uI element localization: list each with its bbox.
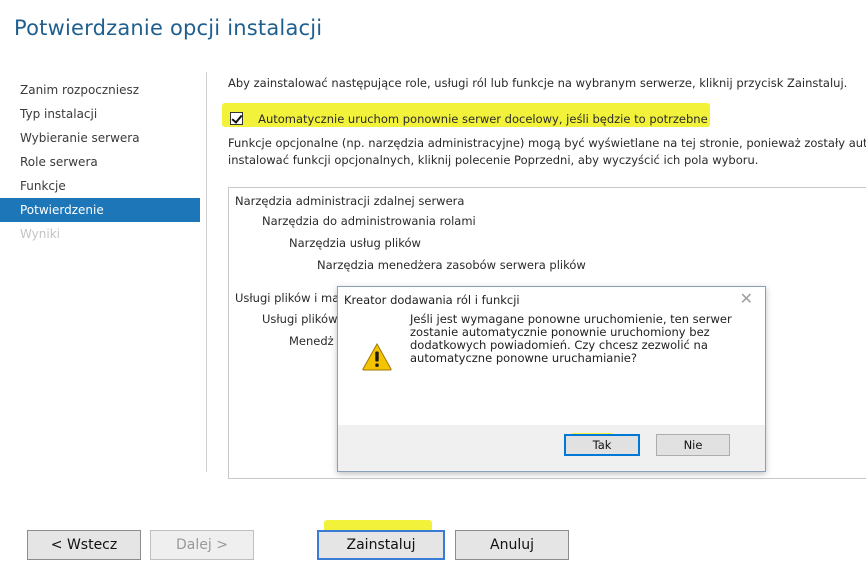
dialog-message: Jeśli jest wymagane ponowne uruchomienie… bbox=[410, 312, 732, 365]
restart-checkbox[interactable] bbox=[230, 112, 243, 125]
back-button[interactable]: < Wstecz bbox=[27, 530, 141, 560]
page-title: Potwierdzanie opcji instalacji bbox=[14, 16, 323, 40]
yes-button[interactable]: Tak bbox=[564, 434, 640, 456]
next-button: Dalej > bbox=[150, 530, 254, 560]
optional-features-note-line1: Funkcje opcjonalne (np. narzędzia admini… bbox=[228, 136, 866, 150]
restart-checkbox-label[interactable]: Automatycznie uruchom ponownie serwer do… bbox=[258, 112, 708, 126]
warning-icon bbox=[362, 342, 392, 375]
nav-item-installation-type[interactable]: Typ instalacji bbox=[0, 102, 200, 126]
close-icon[interactable]: ✕ bbox=[740, 289, 753, 308]
footer-separator bbox=[0, 480, 866, 492]
install-button[interactable]: Zainstaluj bbox=[317, 530, 445, 560]
list-item: Narzędzia usług plików bbox=[289, 236, 421, 250]
restart-confirmation-dialog: Kreator dodawania ról i funkcji ✕ Jeśli … bbox=[337, 286, 766, 472]
restart-option[interactable]: Automatycznie uruchom ponownie serwer do… bbox=[230, 108, 708, 127]
no-button[interactable]: Nie bbox=[656, 434, 730, 456]
nav-item-confirmation[interactable]: Potwierdzenie bbox=[0, 198, 200, 222]
nav-item-server-roles[interactable]: Role serwera bbox=[0, 150, 200, 174]
optional-features-note-line2: instalować funkcji opcjonalnych, kliknij… bbox=[228, 153, 759, 167]
dialog-title: Kreator dodawania ról i funkcji bbox=[344, 293, 520, 307]
nav-divider bbox=[206, 72, 207, 472]
list-item: Usługi plików bbox=[262, 312, 338, 326]
list-item: Narzędzia menedżera zasobów serwera plik… bbox=[317, 258, 586, 272]
nav-item-before-you-begin[interactable]: Zanim rozpoczniesz bbox=[0, 78, 200, 102]
nav-item-results: Wyniki bbox=[20, 227, 60, 241]
list-item: Narzędzia administracji zdalnej serwera bbox=[235, 194, 465, 208]
nav-item-server-selection[interactable]: Wybieranie serwera bbox=[0, 126, 200, 150]
list-item: Usługi plików i ma bbox=[235, 291, 340, 305]
cancel-button[interactable]: Anuluj bbox=[455, 530, 569, 560]
nav-item-features[interactable]: Funkcje bbox=[0, 174, 200, 198]
list-item: Narzędzia do administrowania rolami bbox=[262, 214, 476, 228]
wizard-nav: Zanim rozpoczniesz Typ instalacji Wybier… bbox=[0, 78, 200, 246]
list-item: Menedż bbox=[289, 334, 334, 348]
intro-text: Aby zainstalować następujące role, usług… bbox=[228, 76, 848, 90]
